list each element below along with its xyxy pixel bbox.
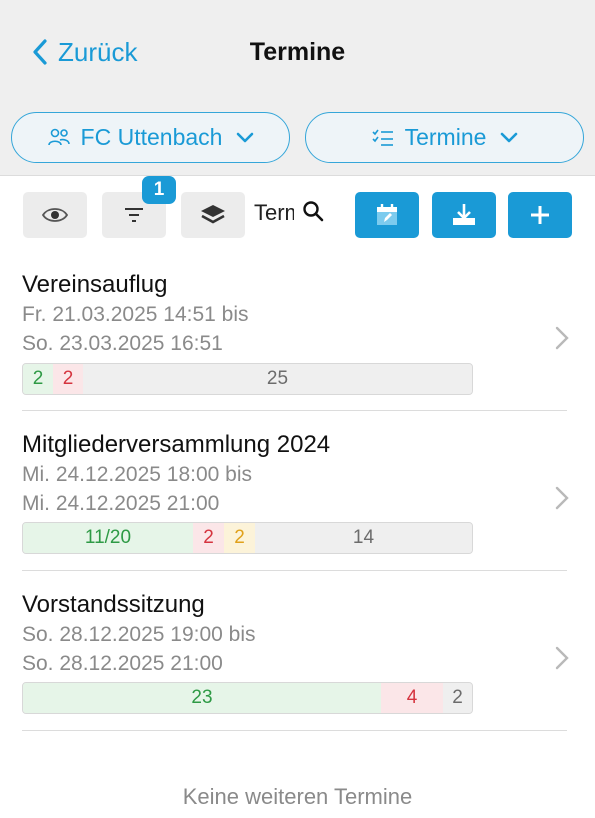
divider <box>22 570 567 571</box>
event-date-to: So. 23.03.2025 16:51 <box>22 332 223 355</box>
download-icon <box>453 204 475 225</box>
event-title: Mitgliederversammlung 2024 <box>22 431 331 458</box>
event-item[interactable]: Vereinsauflug Fr. 21.03.2025 14:51 bis S… <box>22 270 569 400</box>
attendance-open: 2 <box>443 683 472 713</box>
event-date-to: So. 28.12.2025 21:00 <box>22 652 223 675</box>
calendar-button[interactable] <box>355 192 419 238</box>
event-date-to: Mi. 24.12.2025 21:00 <box>22 492 220 515</box>
chevron-right-icon <box>555 486 569 515</box>
calendar-edit-icon <box>377 204 397 225</box>
attendance-yes: 23 <box>23 683 381 713</box>
divider <box>22 730 567 731</box>
event-title: Vereinsauflug <box>22 271 168 298</box>
event-title: Vorstandssitzung <box>22 591 205 618</box>
plus-icon <box>531 206 549 224</box>
chevron-down-icon <box>500 132 518 144</box>
add-button[interactable] <box>508 192 572 238</box>
download-button[interactable] <box>432 192 496 238</box>
chevron-right-icon <box>555 646 569 675</box>
attendance-yes: 2 <box>23 364 53 394</box>
chevron-right-icon <box>555 326 569 355</box>
team-selector[interactable]: FC Uttenbach <box>11 112 290 163</box>
event-date-from: Fr. 21.03.2025 14:51 bis <box>22 303 249 326</box>
filter-icon <box>125 208 143 222</box>
team-selector-label: FC Uttenbach <box>80 124 223 150</box>
event-date-from: So. 28.12.2025 19:00 bis <box>22 623 256 646</box>
event-item[interactable]: Vorstandssitzung So. 28.12.2025 19:00 bi… <box>22 590 569 720</box>
view-selector-label: Termine <box>404 124 487 150</box>
group-icon <box>47 128 71 148</box>
layers-button[interactable] <box>181 192 245 238</box>
attendance-bar: 2 2 25 <box>22 363 473 395</box>
attendance-open: 14 <box>255 523 472 553</box>
end-of-list-message: Keine weiteren Termine <box>182 784 413 809</box>
divider <box>22 410 567 411</box>
filter-count-badge: 1 <box>142 176 176 204</box>
attendance-no: 2 <box>193 523 224 553</box>
view-selector[interactable]: Termine <box>305 112 584 163</box>
eye-icon <box>41 208 69 222</box>
attendance-bar: 11/20 2 2 14 <box>22 522 473 554</box>
attendance-no: 4 <box>381 683 443 713</box>
attendance-yes: 11/20 <box>23 523 193 553</box>
search-icon[interactable] <box>302 200 324 227</box>
search-input[interactable]: Termine <box>254 200 294 226</box>
attendance-bar: 23 4 2 <box>22 682 473 714</box>
chevron-down-icon <box>236 132 254 144</box>
attendance-open: 25 <box>83 364 472 394</box>
event-item[interactable]: Mitgliederversammlung 2024 Mi. 24.12.202… <box>22 430 569 560</box>
attendance-no: 2 <box>53 364 83 394</box>
page-title: Termine <box>249 38 346 66</box>
nav-header: Zurück Termine FC Uttenbach Termine <box>0 0 595 176</box>
checklist-icon <box>371 128 395 148</box>
layers-icon <box>201 205 225 224</box>
attendance-maybe: 2 <box>224 523 255 553</box>
visibility-button[interactable] <box>23 192 87 238</box>
event-date-from: Mi. 24.12.2025 18:00 bis <box>22 463 252 486</box>
